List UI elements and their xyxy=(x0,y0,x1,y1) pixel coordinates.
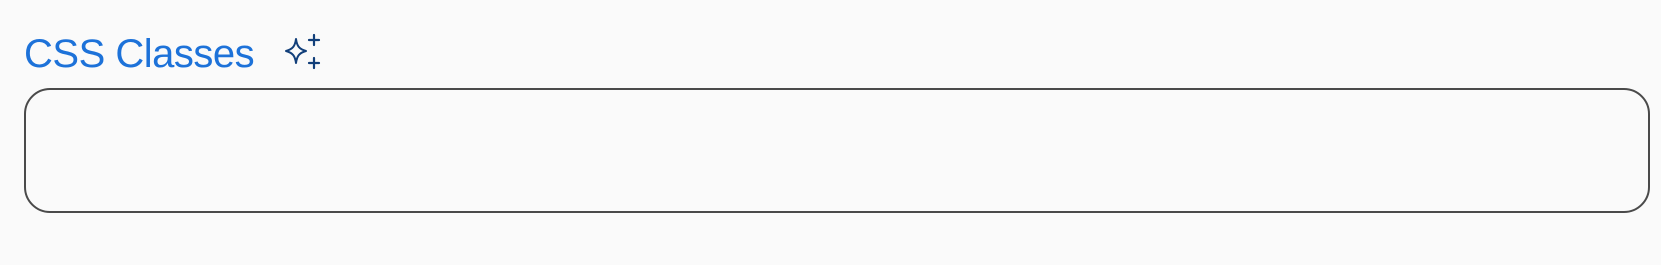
css-classes-label: CSS Classes xyxy=(24,32,255,76)
css-classes-input[interactable] xyxy=(24,88,1650,213)
css-classes-field: CSS Classes xyxy=(24,28,1650,213)
field-label-row: CSS Classes xyxy=(24,28,1630,80)
sparkle-icon[interactable] xyxy=(280,33,326,73)
